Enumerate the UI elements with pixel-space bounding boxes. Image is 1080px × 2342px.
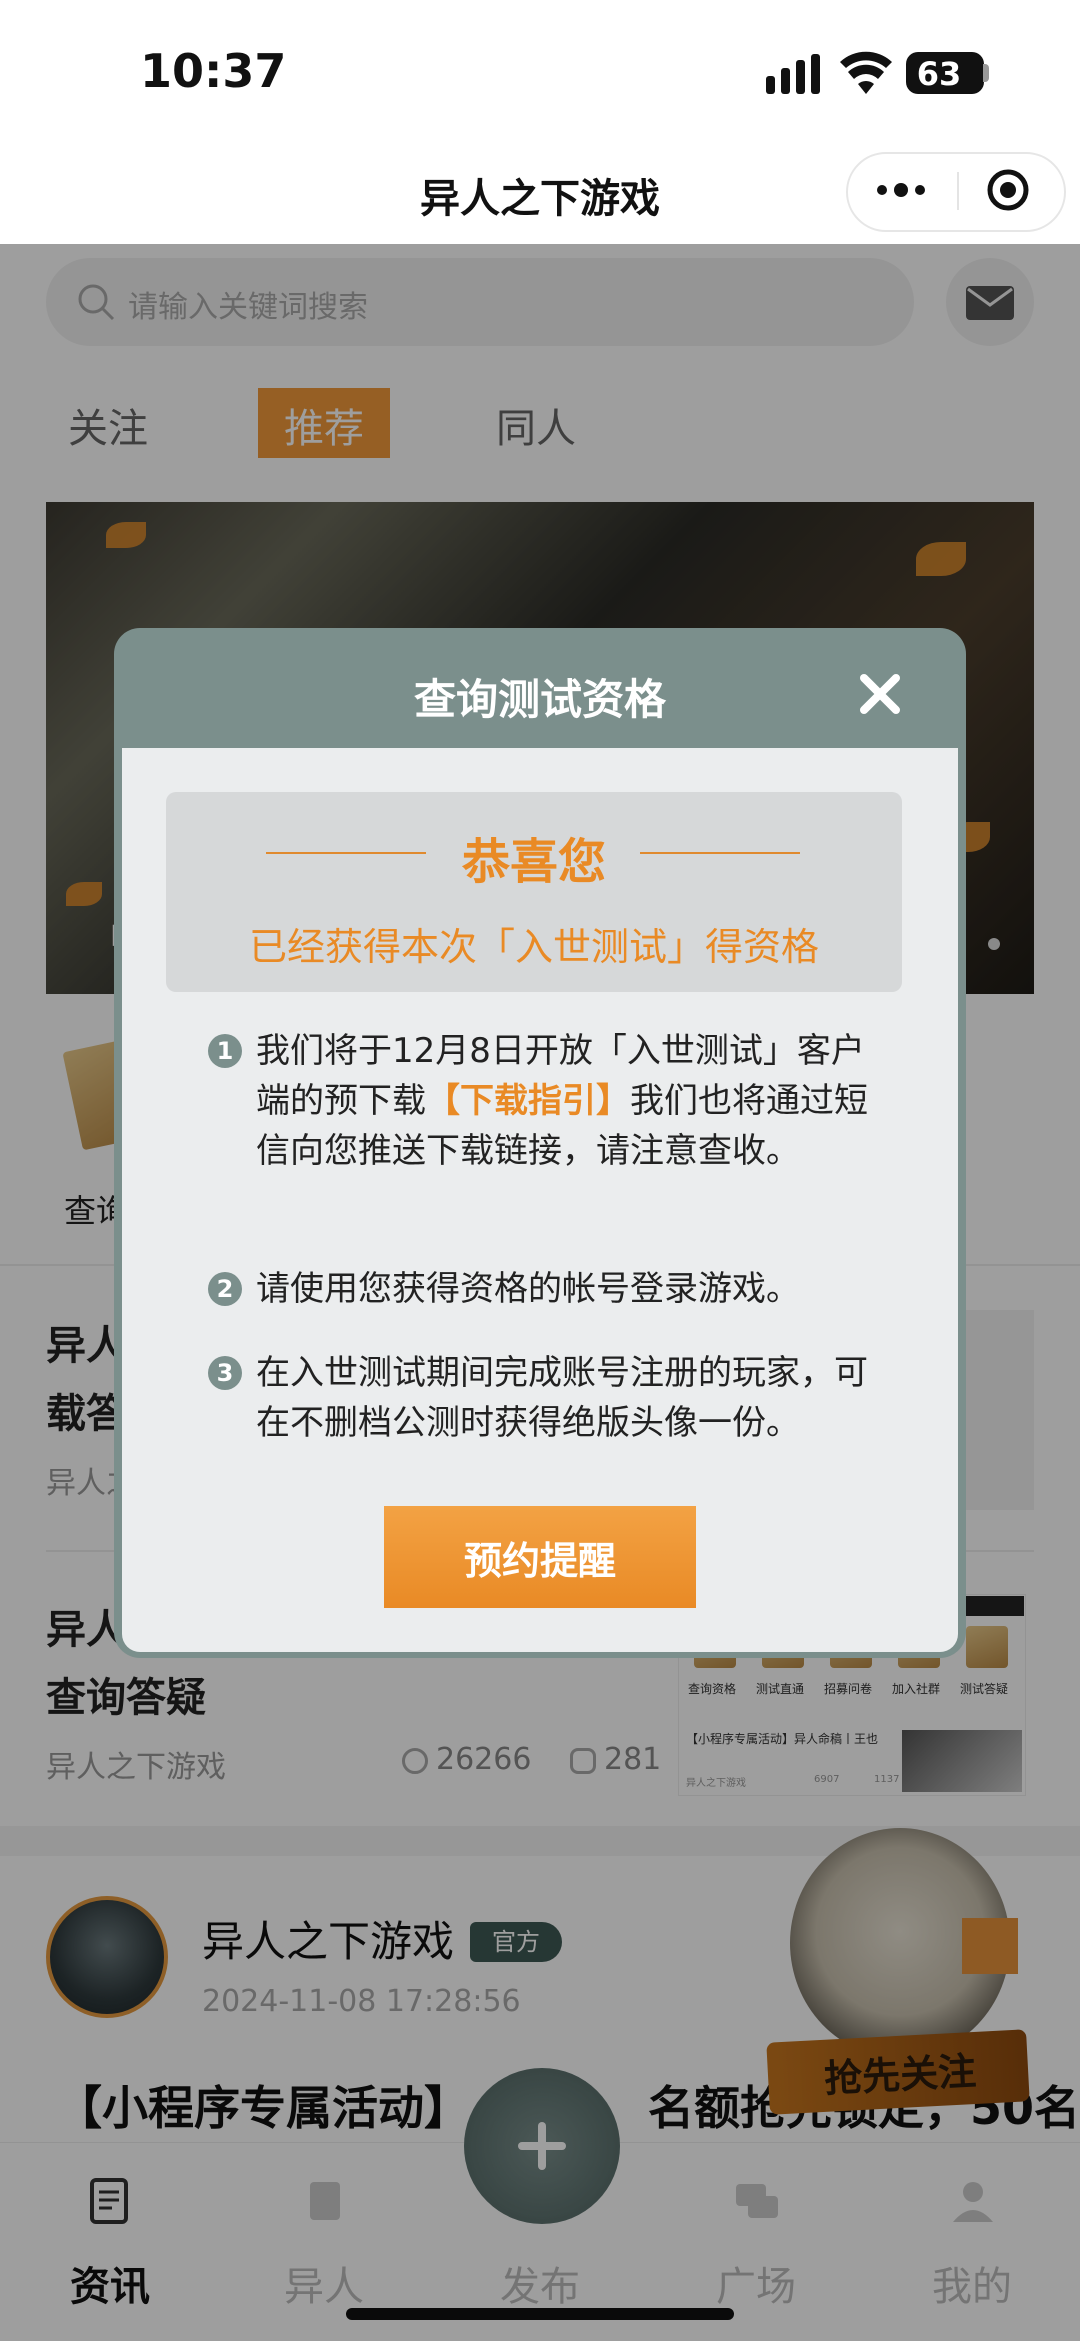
battery-nub xyxy=(983,64,989,82)
close-icon[interactable] xyxy=(858,672,902,716)
step-number: 1 xyxy=(208,1034,242,1068)
step-3-text: 在入世测试期间完成账号注册的玩家，可在不删档公测时获得绝版头像一份。 xyxy=(256,1353,868,1443)
download-guide-link[interactable]: 【下载指引】 xyxy=(426,1081,630,1121)
reminder-button[interactable]: 预约提醒 xyxy=(384,1506,696,1608)
capsule-divider xyxy=(957,172,959,210)
modal-title: 查询测试资格 xyxy=(413,675,666,724)
more-dots-icon[interactable] xyxy=(876,182,926,198)
cellular-signal-icon xyxy=(766,54,820,94)
status-time: 10:37 xyxy=(140,44,287,98)
battery-level: 63 xyxy=(916,55,962,93)
congrats-subtitle: 已经获得本次「入世测试」得资格 xyxy=(248,925,819,969)
step-2-text: 请使用您获得资格的帐号登录游戏。 xyxy=(256,1269,800,1309)
congrats-title: 恭喜您 xyxy=(461,834,606,890)
step-number: 2 xyxy=(208,1272,242,1306)
step-1-text: 我们将于12月8日开放「入世测试」客户端的预下载【下载指引】我们也将通过短信向您… xyxy=(256,1026,876,1176)
step-number: 3 xyxy=(208,1356,242,1390)
close-miniprogram-icon[interactable] xyxy=(986,168,1030,212)
wifi-icon xyxy=(840,51,892,94)
battery-icon: 63 xyxy=(906,52,984,94)
